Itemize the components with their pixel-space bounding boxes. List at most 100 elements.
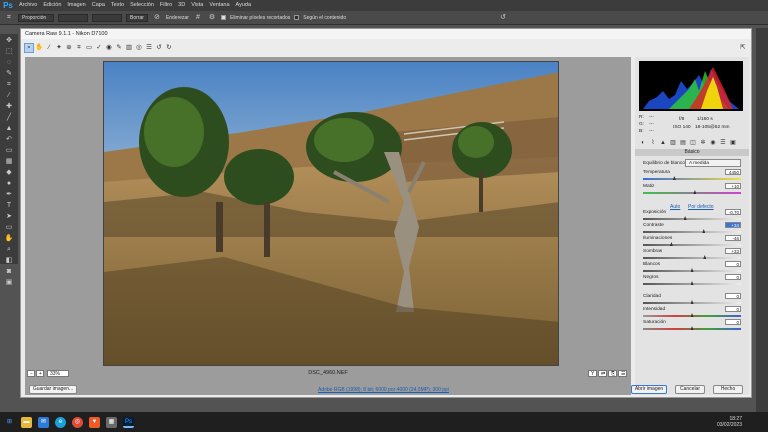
exposicion-value[interactable]: -0,70	[725, 209, 741, 215]
healing-icon[interactable]: ✚	[4, 102, 14, 112]
contraste-value[interactable]: +34	[725, 222, 741, 228]
temperatura-slider[interactable]	[643, 176, 741, 180]
dodge-icon[interactable]: ●	[4, 179, 14, 189]
brave-icon[interactable]: ▼	[89, 416, 100, 428]
intensidad-value[interactable]: 0	[725, 306, 741, 312]
save-image-button[interactable]: Guardar imagen...	[29, 385, 77, 394]
intensidad-slider-thumb[interactable]	[690, 313, 694, 317]
eraser-icon[interactable]: ▭	[4, 146, 14, 156]
copy-settings-icon[interactable]: ⎘	[608, 370, 617, 377]
store-icon[interactable]: ▦	[106, 416, 117, 428]
photoshop-taskbar-icon[interactable]: Ps	[123, 416, 134, 428]
saturacion-slider[interactable]	[643, 326, 741, 330]
lasso-tool-icon[interactable]: ◌	[4, 58, 14, 68]
straighten-icon[interactable]: ▭	[85, 44, 93, 52]
negros-value[interactable]: 0	[725, 274, 741, 280]
red-eye-icon[interactable]: ◉	[105, 44, 113, 52]
iluminaciones-slider-thumb[interactable]	[669, 242, 673, 246]
edge-icon[interactable]: e	[55, 416, 66, 428]
eyedropper-icon[interactable]: ⁄	[4, 91, 14, 101]
grid-icon[interactable]: #	[193, 13, 203, 23]
sombras-value[interactable]: +33	[725, 248, 741, 254]
menu-vista[interactable]: Vista	[188, 0, 206, 11]
crop-icon[interactable]: ⌗	[75, 44, 83, 52]
quick-mask-icon[interactable]: ◙	[4, 267, 14, 277]
path-select-icon[interactable]: ➤	[4, 212, 14, 222]
iluminaciones-slider[interactable]	[643, 242, 741, 246]
contraste-slider-thumb[interactable]	[702, 229, 706, 233]
temperatura-value[interactable]: 4450	[725, 169, 741, 175]
chrome-icon[interactable]: ◎	[72, 416, 83, 428]
menu-3d[interactable]: 3D	[175, 0, 188, 11]
white-balance-icon[interactable]: ⁄	[45, 44, 53, 52]
sombras-slider[interactable]	[643, 255, 741, 259]
radial-filter-icon[interactable]: ◎	[135, 44, 143, 52]
menu-ayuda[interactable]: Ayuda	[233, 0, 255, 11]
matiz-slider-thumb[interactable]	[693, 190, 697, 194]
exposicion-slider[interactable]	[643, 216, 741, 220]
workflow-options-link[interactable]: Adobe RGB (1998); 8 bit; 6000 por 4000 (…	[318, 387, 449, 393]
rotate-left-icon[interactable]: ↺	[155, 44, 163, 52]
menu-edicion[interactable]: Edición	[40, 0, 64, 11]
detail-tab-icon[interactable]: ▲	[659, 139, 667, 147]
hsl-tab-icon[interactable]: ▥	[669, 139, 677, 147]
blancos-slider-thumb[interactable]	[690, 268, 694, 272]
quick-select-icon[interactable]: ✎	[4, 69, 14, 79]
preferences-icon[interactable]: ☰	[145, 44, 153, 52]
blur-icon[interactable]: ◆	[4, 168, 14, 178]
preview-preferences-icon[interactable]: ☰	[618, 370, 627, 377]
menu-imagen[interactable]: Imagen	[64, 0, 88, 11]
hand-icon[interactable]: ✋	[35, 44, 43, 52]
menu-filtro[interactable]: Filtro	[157, 0, 175, 11]
menu-archivo[interactable]: Archivo	[16, 0, 40, 11]
pen-icon[interactable]: ✒	[4, 190, 14, 200]
clear-button[interactable]: Borrar	[126, 13, 148, 22]
presets-tab-icon[interactable]: ☰	[719, 139, 727, 147]
windows-start-icon[interactable]: ⊞	[4, 417, 15, 428]
basic-tab-icon[interactable]: ◐	[639, 139, 647, 147]
split-toning-tab-icon[interactable]: ▤	[679, 139, 687, 147]
done-button[interactable]: Hecho	[713, 385, 743, 394]
height-field[interactable]	[92, 13, 122, 22]
snapshots-tab-icon[interactable]: ▣	[729, 139, 737, 147]
crop-tool-icon[interactable]: ⌗	[4, 13, 14, 23]
move-tool-icon[interactable]: ✥	[4, 36, 14, 46]
camera-calibration-tab-icon[interactable]: ◉	[709, 139, 717, 147]
matiz-value[interactable]: +10	[725, 183, 741, 189]
matiz-slider[interactable]	[643, 190, 741, 194]
lens-tab-icon[interactable]: ◫	[689, 139, 697, 147]
claridad-value[interactable]: 0	[725, 293, 741, 299]
brush-icon[interactable]: ╱	[4, 113, 14, 123]
fullscreen-icon[interactable]: ⇱	[739, 44, 747, 52]
targeted-adjust-icon[interactable]: ⊕	[65, 44, 73, 52]
blancos-value[interactable]: 0	[725, 261, 741, 267]
iluminaciones-value[interactable]: -46	[725, 235, 741, 241]
menu-capa[interactable]: Capa	[89, 0, 108, 11]
screen-mode-icon[interactable]: ▣	[4, 278, 14, 288]
saturacion-slider-thumb[interactable]	[690, 326, 694, 330]
auto-link[interactable]: Auto	[670, 204, 680, 210]
spot-removal-icon[interactable]: ✓	[95, 44, 103, 52]
foreground-background-icon[interactable]: ◧	[4, 256, 14, 266]
stamp-icon[interactable]: ▲	[4, 124, 14, 134]
content-aware-checkbox[interactable]	[294, 15, 300, 20]
hand-tool-icon[interactable]: ✋	[4, 234, 14, 244]
graduated-filter-icon[interactable]: ▥	[125, 44, 133, 52]
crop-icon[interactable]: ⌗	[4, 80, 14, 90]
intensidad-slider[interactable]	[643, 313, 741, 317]
contraste-slider[interactable]	[643, 229, 741, 233]
file-explorer-icon[interactable]: ▬	[21, 416, 32, 428]
menu-texto[interactable]: Texto	[108, 0, 127, 11]
gear-icon[interactable]: ⚙	[207, 13, 217, 23]
mail-icon[interactable]: ✉	[38, 416, 49, 428]
claridad-slider[interactable]	[643, 300, 741, 304]
zoom-tool-icon[interactable]: ⌕	[4, 245, 14, 255]
sombras-slider-thumb[interactable]	[703, 255, 707, 259]
shape-tool-icon[interactable]: ▭	[4, 223, 14, 233]
negros-slider[interactable]	[643, 281, 741, 285]
saturacion-value[interactable]: 0	[725, 319, 741, 325]
gradient-icon[interactable]: ▦	[4, 157, 14, 167]
adjustment-brush-icon[interactable]: ✎	[115, 44, 123, 52]
color-sampler-icon[interactable]: ✦	[55, 44, 63, 52]
menu-seleccion[interactable]: Selección	[127, 0, 157, 11]
